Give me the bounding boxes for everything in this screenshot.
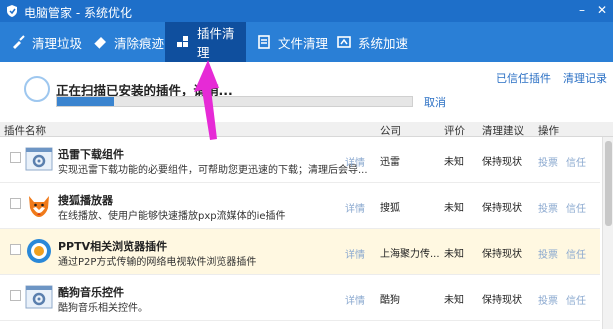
tab-label: 清理垃圾 (32, 35, 83, 51)
header-company: 公司 (380, 125, 401, 137)
eraser-icon (92, 34, 108, 50)
table-header: 插件名称 公司 评价 清理建议 操作 (0, 122, 613, 137)
plugin-company: 酷狗 (380, 295, 400, 306)
row-checkbox[interactable] (10, 152, 21, 163)
plugin-desc: 通过P2P方式传输的网络电视软件浏览器插件 (58, 257, 257, 268)
header-action: 操作 (538, 125, 559, 137)
plugin-company: 上海聚力传... (380, 249, 440, 260)
pptv-icon (27, 239, 51, 263)
table-row[interactable]: PPTV相关浏览器插件 通过P2P方式传输的网络电视软件浏览器插件 详情 上海聚… (0, 229, 600, 275)
plugin-suggestion: 保持现状 (482, 203, 522, 214)
row-checkbox[interactable] (10, 198, 21, 209)
tab-label: 清除痕迹 (114, 35, 165, 51)
detail-link[interactable]: 详情 (345, 200, 365, 215)
plugin-name: 搜狐播放器 (58, 194, 113, 207)
row-checkbox[interactable] (10, 244, 21, 255)
header-suggestion: 清理建议 (482, 125, 524, 137)
tab-clear-traces[interactable]: 清除痕迹 (92, 22, 164, 62)
tab-file-clean[interactable]: 文件清理 (256, 22, 328, 62)
tab-system-speedup[interactable]: 系统加速 (336, 22, 408, 62)
broom-icon (10, 34, 26, 50)
gear-window-icon (25, 147, 53, 171)
cancel-link[interactable]: 取消 (424, 94, 446, 110)
window-title: 电脑管家 - 系统优化 (24, 6, 132, 20)
plugin-suggestion: 保持现状 (482, 249, 522, 260)
trust-link[interactable]: 信任 (566, 200, 586, 215)
plugin-rating: 未知 (444, 203, 464, 214)
scrollbar-thumb[interactable] (605, 141, 612, 226)
title-bar: 电脑管家 - 系统优化 – ✕ (0, 0, 613, 22)
plugin-icon (175, 34, 191, 50)
tab-clean-junk[interactable]: 清理垃圾 (10, 22, 82, 62)
plugin-company: 搜狐 (380, 203, 400, 214)
plugin-name: PPTV相关浏览器插件 (58, 240, 168, 253)
scan-spinner-icon (24, 76, 50, 102)
gear-window-icon (25, 285, 53, 309)
scan-panel: 正在扫描已安装的插件，请稍... 取消 已信任插件 清理记录 (0, 62, 613, 120)
plugin-desc: 在线播放、使用户能够快速播放pxp流媒体的ie插件 (58, 211, 286, 222)
tab-plugin-clean[interactable]: 插件清理 (165, 22, 246, 62)
header-rating: 评价 (444, 125, 465, 137)
plugin-desc: 实现迅雷下载功能的必要组件，可帮助您更迅速的下载；清理后会导... (58, 165, 368, 176)
shield-logo-icon (7, 5, 17, 17)
detail-link[interactable]: 详情 (345, 154, 365, 169)
trust-link[interactable]: 信任 (566, 246, 586, 261)
vote-link[interactable]: 投票 (538, 292, 558, 307)
tab-bar: 清理垃圾 清除痕迹 插件清理 文件清理 系统加速 (0, 22, 613, 62)
fox-icon (29, 196, 49, 217)
plugin-company: 迅雷 (380, 157, 400, 168)
trusted-plugins-link[interactable]: 已信任插件 (496, 70, 551, 86)
tab-label: 文件清理 (278, 35, 329, 51)
rocket-icon (336, 34, 352, 50)
plugin-name: 迅雷下载组件 (58, 148, 124, 161)
vote-link[interactable]: 投票 (538, 246, 558, 261)
clean-records-link[interactable]: 清理记录 (563, 70, 607, 86)
detail-link[interactable]: 详情 (345, 292, 365, 307)
plugin-suggestion: 保持现状 (482, 295, 522, 306)
trust-link[interactable]: 信任 (566, 292, 586, 307)
tab-label: 插件清理 (197, 26, 235, 60)
tab-label: 系统加速 (358, 35, 409, 51)
table-row[interactable]: 酷狗音乐控件 酷狗音乐相关控件。 详情 酷狗 未知 保持现状 投票 信任 (0, 275, 600, 321)
plugin-rating: 未知 (444, 295, 464, 306)
plugin-rating: 未知 (444, 249, 464, 260)
vote-link[interactable]: 投票 (538, 200, 558, 215)
scrollbar[interactable] (602, 137, 613, 329)
table-row[interactable]: 搜狐播放器 在线播放、使用户能够快速播放pxp流媒体的ie插件 详情 搜狐 未知… (0, 183, 600, 229)
close-icon[interactable]: ✕ (595, 3, 609, 17)
plugin-name: 酷狗音乐控件 (58, 286, 124, 299)
row-checkbox[interactable] (10, 290, 21, 301)
plugin-desc: 酷狗音乐相关控件。 (58, 303, 148, 314)
header-name: 插件名称 (4, 125, 46, 137)
minimize-icon[interactable]: – (575, 3, 589, 17)
scan-progress-fill (57, 97, 114, 106)
scan-progress-bar (56, 96, 413, 107)
table-row[interactable]: 迅雷下载组件 实现迅雷下载功能的必要组件，可帮助您更迅速的下载；清理后会导...… (0, 137, 600, 183)
detail-link[interactable]: 详情 (345, 246, 365, 261)
plugin-rating: 未知 (444, 157, 464, 168)
vote-link[interactable]: 投票 (538, 154, 558, 169)
trust-link[interactable]: 信任 (566, 154, 586, 169)
file-icon (256, 34, 272, 50)
plugin-suggestion: 保持现状 (482, 157, 522, 168)
